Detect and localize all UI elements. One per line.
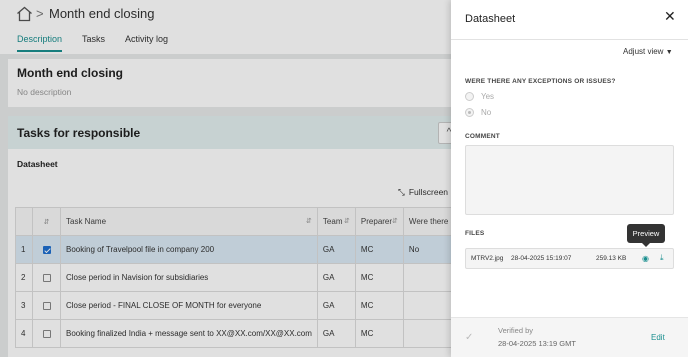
- verified-date: 28-04-2025 13:19 GMT: [498, 339, 576, 348]
- adjust-view-dropdown[interactable]: Adjust view ▼: [623, 47, 673, 56]
- modal-backdrop[interactable]: [0, 0, 451, 357]
- datasheet-drawer: Datasheet ✕ Adjust view ▼ WERE THERE ANY…: [451, 0, 688, 357]
- radio-selected-icon: [465, 108, 474, 117]
- radio-option-no[interactable]: No: [465, 108, 491, 117]
- comment-label: COMMENT: [465, 133, 500, 140]
- comment-textarea[interactable]: [465, 145, 674, 215]
- preview-tooltip: Preview: [627, 224, 665, 247]
- file-date: 28-04-2025 15:19:07: [511, 255, 572, 262]
- drawer-title: Datasheet: [465, 13, 516, 25]
- radio-label-no: No: [481, 108, 492, 117]
- radio-option-yes[interactable]: Yes: [465, 92, 494, 101]
- file-name: MTRV2.jpg: [471, 255, 504, 262]
- exceptions-question-label: WERE THERE ANY EXCEPTIONS OR ISSUES?: [465, 78, 616, 85]
- files-label: FILES: [465, 230, 485, 237]
- edit-button[interactable]: Edit: [651, 333, 665, 342]
- eye-icon[interactable]: ◉: [642, 254, 649, 263]
- caret-down-icon: ▼: [665, 49, 673, 56]
- drawer-divider: [451, 39, 688, 40]
- download-icon[interactable]: ⤓: [660, 253, 664, 263]
- radio-label-yes: Yes: [481, 92, 495, 101]
- verified-by-label: Verified by: [498, 326, 534, 335]
- check-icon: ✓: [465, 332, 474, 343]
- file-size: 259.13 KB: [596, 255, 627, 262]
- file-item: MTRV2.jpg 28-04-2025 15:19:07 259.13 KB …: [465, 248, 674, 269]
- drawer-footer: ✓ Verified by 28-04-2025 13:19 GMT Edit: [451, 317, 688, 357]
- adjust-view-label: Adjust view: [623, 47, 664, 56]
- close-icon[interactable]: ✕: [664, 8, 676, 25]
- radio-unselected-icon: [465, 92, 474, 101]
